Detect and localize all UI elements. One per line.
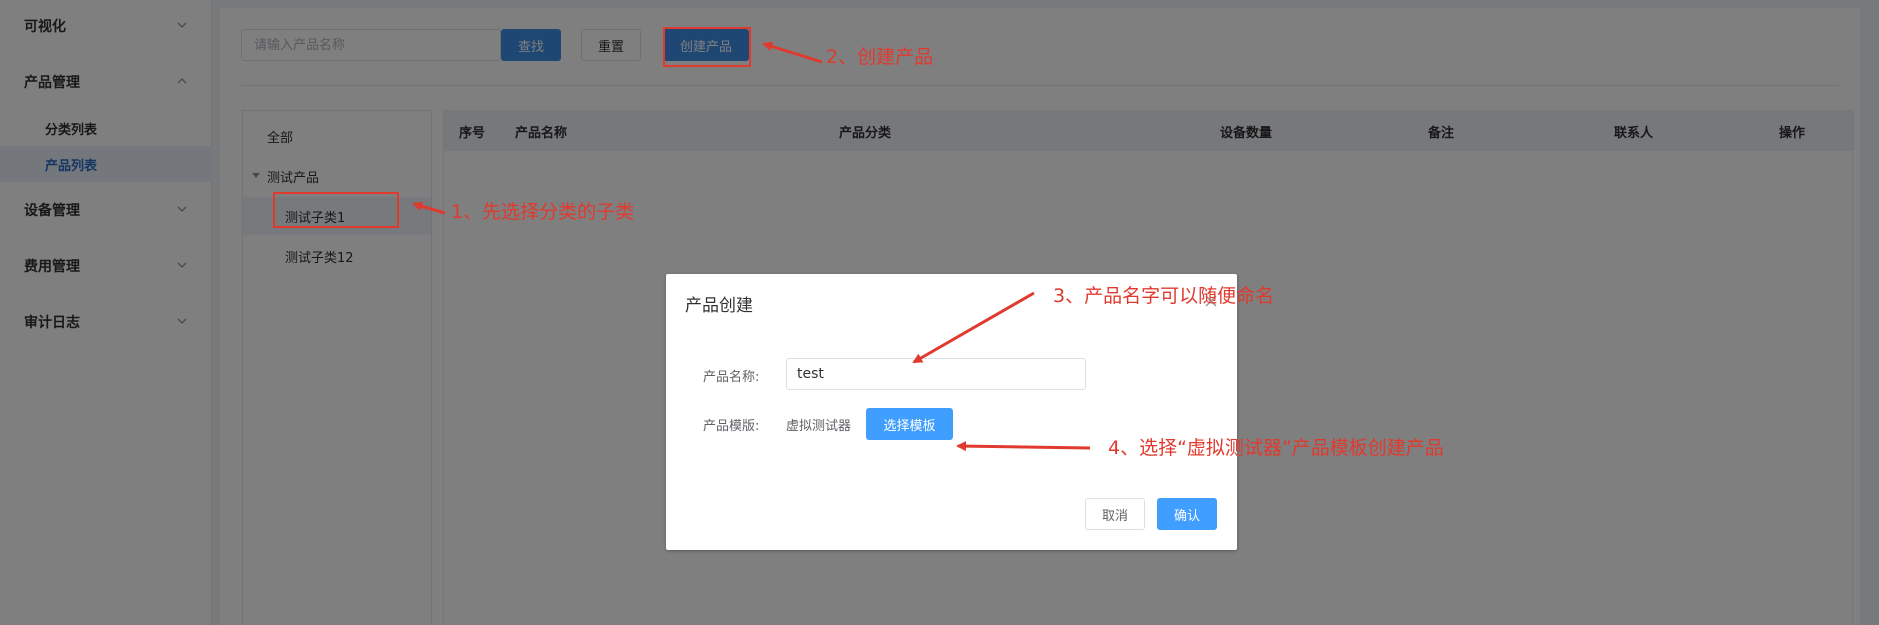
product-name-field[interactable] [786, 358, 1086, 390]
product-name-label: 产品名称: [703, 370, 760, 385]
cancel-button[interactable]: 取消 [1085, 498, 1145, 530]
annotation-step4: 4、选择“虚拟测试器”产品模板创建产品 [1108, 437, 1444, 459]
annotation-step2: 2、创建产品 [826, 46, 934, 68]
annotation-box-subcategory [273, 192, 399, 228]
confirm-button[interactable]: 确认 [1157, 498, 1217, 530]
product-template-label: 产品模版: [703, 419, 760, 434]
select-template-button[interactable]: 选择模板 [866, 408, 953, 440]
annotation-step3: 3、产品名字可以随便命名 [1053, 285, 1275, 307]
product-create-dialog: 产品创建 产品名称: 产品模版: 虚拟测试器 选择模板 取消 确认 [666, 274, 1237, 550]
dialog-title: 产品创建 [685, 296, 753, 316]
template-value: 虚拟测试器 [786, 419, 852, 434]
annotation-step1: 1、先选择分类的子类 [451, 201, 635, 223]
annotation-box-create-button [663, 27, 751, 67]
